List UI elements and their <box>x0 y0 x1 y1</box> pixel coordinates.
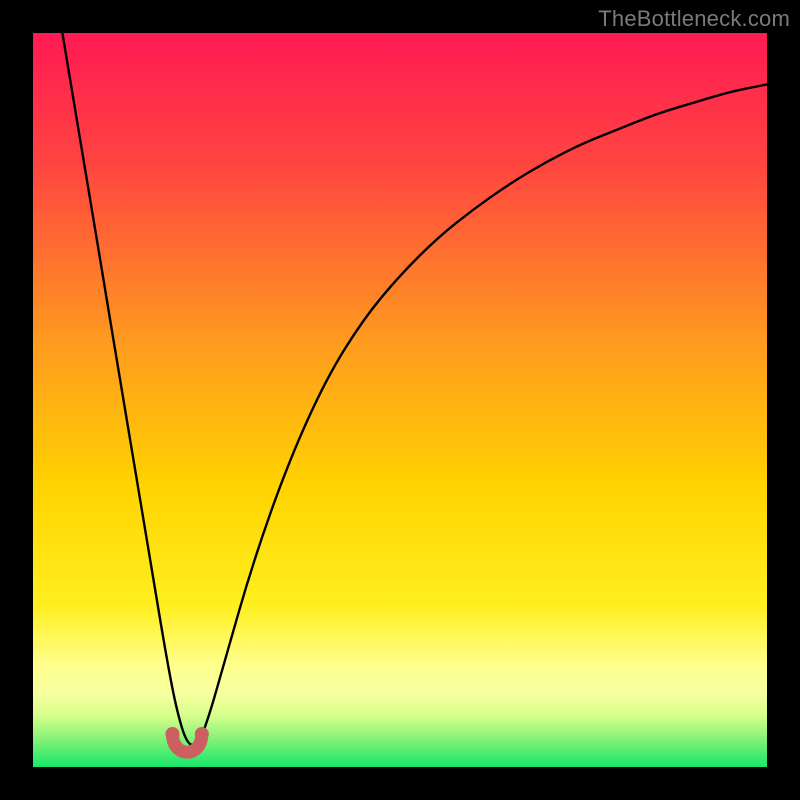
chart-frame: TheBottleneck.com <box>0 0 800 800</box>
plot-area <box>33 33 767 767</box>
bottleneck-curve <box>33 33 767 767</box>
watermark-text: TheBottleneck.com <box>598 6 790 32</box>
